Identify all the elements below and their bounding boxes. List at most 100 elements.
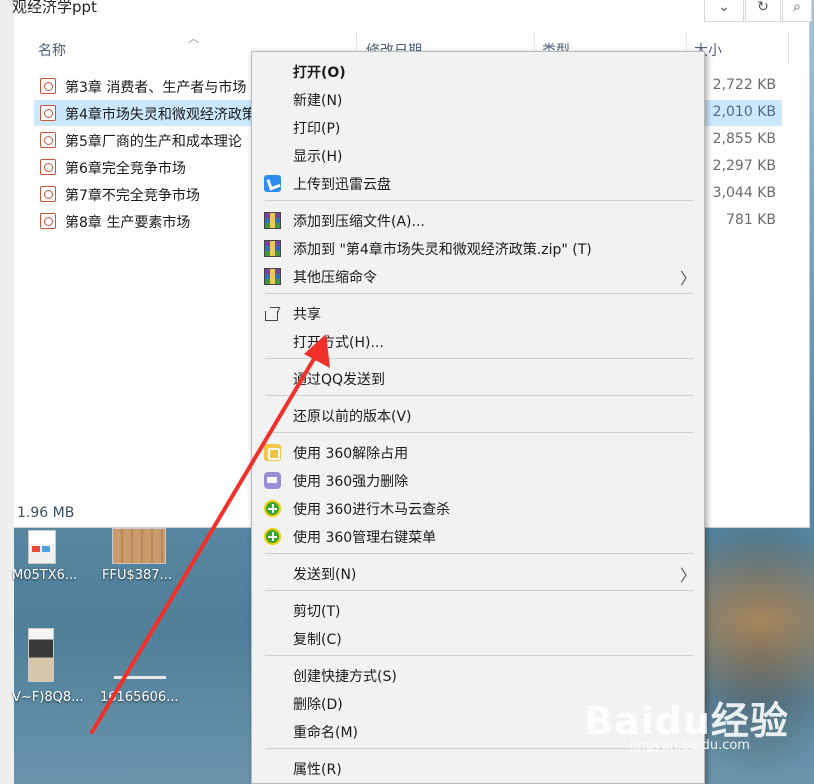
pdf-file-icon <box>40 159 56 175</box>
desktop-icon-1[interactable] <box>28 530 56 564</box>
360-scan-icon <box>264 500 281 517</box>
menu-item-360-shred[interactable]: 使用 360强力删除 <box>252 466 704 494</box>
file-size: 3,044 KB <box>712 185 776 201</box>
menu-item-add-to-zip[interactable]: 添加到 "第4章市场失灵和微观经济政策.zip" (T) <box>252 234 704 262</box>
file-size: 2,010 KB <box>712 104 776 120</box>
baidu-jingyan-watermark: Baidu经验 jingyan.baidu.com <box>584 690 810 784</box>
column-divider[interactable] <box>788 32 789 64</box>
desktop-icon-label: V~F)8Q8... <box>12 690 84 705</box>
desktop-icon-label: M05TX6... <box>12 568 78 583</box>
menu-item-create-shortcut[interactable]: 创建快捷方式(S) <box>252 661 704 689</box>
xunlei-icon <box>264 175 281 192</box>
menu-item-open-with[interactable]: 打开方式(H)... <box>252 327 704 355</box>
menu-item-label: 添加到 "第4章市场失灵和微观经济政策.zip" (T) <box>293 242 592 258</box>
menu-item-send-to[interactable]: 发送到(N) 〉 <box>252 559 704 587</box>
menu-item-label: 复制(C) <box>293 632 342 648</box>
menu-item-new[interactable]: 新建(N) <box>252 85 704 113</box>
menu-item-print[interactable]: 打印(P) <box>252 113 704 141</box>
menu-separator <box>265 293 693 294</box>
chevron-right-icon: 〉 <box>680 269 697 288</box>
menu-item-label: 添加到压缩文件(A)... <box>293 214 425 230</box>
menu-item-upload-xunlei[interactable]: 上传到迅雷云盘 <box>252 169 704 197</box>
menu-item-label: 通过QQ发送到 <box>293 372 386 388</box>
search-box[interactable]: ⌕ <box>782 0 812 22</box>
menu-item-open[interactable]: 打开(O) <box>252 57 704 85</box>
desktop-icon-4[interactable] <box>114 676 166 682</box>
menu-item-cut[interactable]: 剪切(T) <box>252 596 704 624</box>
pdf-file-icon <box>40 213 56 229</box>
menu-item-label: 使用 360解除占用 <box>293 446 409 462</box>
menu-item-label: 显示(H) <box>293 149 343 165</box>
desktop-icon-label: FFU$387... <box>102 568 172 583</box>
file-name: 第5章厂商的生产和成本理论 <box>65 134 242 150</box>
menu-item-label: 使用 360进行木马云查杀 <box>293 502 451 518</box>
menu-separator <box>265 432 693 433</box>
column-header-name[interactable]: 名称 <box>38 40 66 60</box>
left-window-edge <box>0 0 14 784</box>
menu-item-send-via-qq[interactable]: 通过QQ发送到 <box>252 364 704 392</box>
file-name: 第4章市场失灵和微观经济政策 <box>65 107 255 123</box>
menu-item-360-scan[interactable]: 使用 360进行木马云查杀 <box>252 494 704 522</box>
file-name: 第3章 消费者、生产者与市场 <box>65 80 247 96</box>
360-shred-icon <box>264 472 281 489</box>
desktop-icon-thumbnail <box>114 676 166 679</box>
menu-item-label: 打开(O) <box>293 65 346 81</box>
watermark-logo-text: Baidu经验 <box>584 699 789 743</box>
menu-item-label: 打印(P) <box>293 121 341 137</box>
menu-item-label: 发送到(N) <box>293 567 357 583</box>
menu-item-label: 共享 <box>293 307 321 323</box>
sort-ascending-icon: ︿ <box>188 32 199 45</box>
menu-item-show[interactable]: 显示(H) <box>252 141 704 169</box>
pdf-file-icon <box>40 132 56 148</box>
menu-separator <box>265 395 693 396</box>
file-size: 2,297 KB <box>712 158 776 174</box>
menu-item-label: 使用 360管理右键菜单 <box>293 530 437 546</box>
desktop-icon-3[interactable] <box>28 628 54 682</box>
desktop-icon-2[interactable] <box>112 528 166 564</box>
menu-item-label: 创建快捷方式(S) <box>293 669 397 685</box>
menu-item-label: 重命名(M) <box>293 725 359 741</box>
menu-item-add-to-archive[interactable]: 添加到压缩文件(A)... <box>252 206 704 234</box>
menu-item-share[interactable]: 共享 <box>252 299 704 327</box>
desktop-icon-thumbnail <box>28 628 54 682</box>
menu-item-label: 删除(D) <box>293 697 343 713</box>
chevron-right-icon: 〉 <box>680 566 697 585</box>
menu-item-copy[interactable]: 复制(C) <box>252 624 704 652</box>
menu-item-label: 使用 360强力删除 <box>293 474 409 490</box>
menu-item-label: 新建(N) <box>293 93 343 109</box>
menu-item-label: 剪切(T) <box>293 604 341 620</box>
address-dropdown-button[interactable]: ⌄ <box>704 0 744 22</box>
360-unlock-icon <box>264 444 281 461</box>
folder-path[interactable]: 观经济学ppt <box>12 0 97 17</box>
menu-separator <box>265 655 693 656</box>
menu-item-360-unlock[interactable]: 使用 360解除占用 <box>252 438 704 466</box>
pdf-file-icon <box>40 186 56 202</box>
menu-separator <box>265 590 693 591</box>
menu-separator <box>265 553 693 554</box>
desktop-icon-thumbnail <box>112 528 166 564</box>
chevron-down-icon: ⌄ <box>718 0 730 15</box>
desktop-icon-thumbnail-accent <box>32 546 40 552</box>
menu-item-label: 属性(R) <box>293 762 342 778</box>
address-bar: 观经济学ppt ⌄ ↻ ⌕ <box>12 0 812 22</box>
refresh-icon: ↻ <box>757 0 769 15</box>
menu-item-other-compress[interactable]: 其他压缩命令 〉 <box>252 262 704 290</box>
refresh-button[interactable]: ↻ <box>745 0 781 22</box>
menu-separator <box>265 358 693 359</box>
desktop-icon-thumbnail-accent <box>42 546 50 552</box>
file-size: 2,855 KB <box>712 131 776 147</box>
pdf-file-icon <box>40 78 56 94</box>
menu-item-label: 上传到迅雷云盘 <box>293 177 391 193</box>
search-icon: ⌕ <box>793 0 801 15</box>
context-menu: 打开(O) 新建(N) 打印(P) 显示(H) 上传到迅雷云盘 添加到压缩文件(… <box>251 51 705 784</box>
winrar-icon <box>264 240 281 257</box>
status-bar-selection-size: 1.96 MB <box>17 505 75 521</box>
menu-item-label: 还原以前的版本(V) <box>293 409 412 425</box>
menu-separator <box>265 200 693 201</box>
watermark-url: jingyan.baidu.com <box>630 738 750 753</box>
menu-item-360-manage-menu[interactable]: 使用 360管理右键菜单 <box>252 522 704 550</box>
360-menu-icon <box>264 528 281 545</box>
menu-item-restore-previous[interactable]: 还原以前的版本(V) <box>252 401 704 429</box>
file-size: 2,722 KB <box>712 77 776 93</box>
file-name: 第6章完全竞争市场 <box>65 161 186 177</box>
